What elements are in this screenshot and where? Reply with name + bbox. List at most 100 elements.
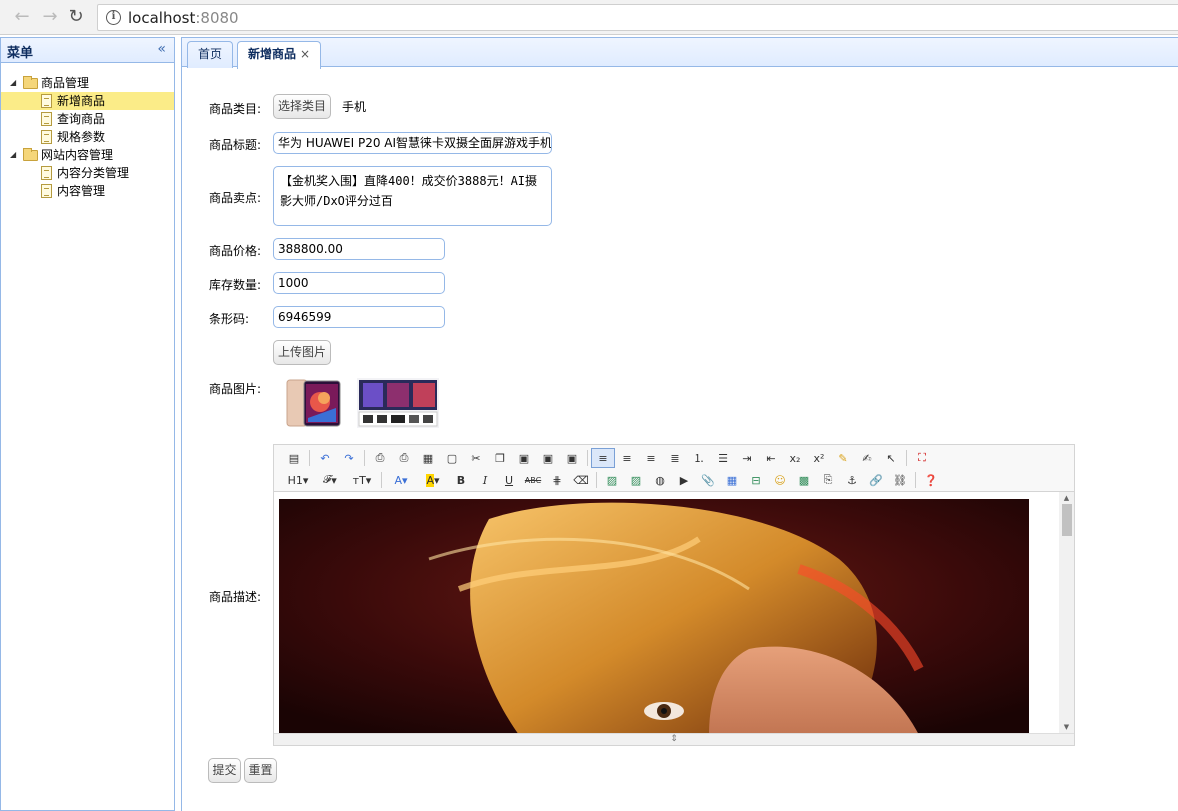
description-image[interactable] — [279, 499, 1029, 735]
redo-icon[interactable]: ↷ — [337, 448, 361, 468]
subscript-icon[interactable]: x₂ — [783, 448, 807, 468]
unlink-icon[interactable]: ⛓ — [888, 470, 912, 490]
barcode-label: 条形码: — [209, 312, 250, 326]
collapse-icon[interactable]: « — [157, 41, 166, 57]
category-value: 手机 — [342, 100, 367, 114]
address-bar[interactable]: i localhost:8080 — [97, 4, 1178, 31]
unordered-list-icon[interactable]: ☰ — [711, 448, 735, 468]
tab-add-goods[interactable]: 新增商品 × — [237, 41, 322, 69]
map-icon[interactable]: ▩ — [792, 470, 816, 490]
ordered-list-icon[interactable]: ⒈ — [687, 448, 711, 468]
emoticon-icon[interactable]: ☺ — [768, 470, 792, 490]
submit-button[interactable]: 提交 — [208, 758, 241, 783]
fullscreen-icon[interactable]: ⛶ — [910, 448, 934, 468]
image-label: 商品图片: — [209, 382, 262, 396]
code-icon[interactable]: ▢ — [440, 448, 464, 468]
tree-item-label: 新增商品 — [57, 94, 106, 108]
clear-format-icon[interactable]: ✎ — [831, 448, 855, 468]
strikethrough-icon[interactable]: ABC — [521, 470, 545, 490]
media-icon[interactable]: ▶ — [672, 470, 696, 490]
font-size-icon[interactable]: тT ▾ — [346, 470, 378, 490]
tree-item-content-category[interactable]: 内容分类管理 — [1, 164, 174, 182]
underline-icon[interactable]: U — [497, 470, 521, 490]
paste-word-icon[interactable]: ▣ — [560, 448, 584, 468]
tree-item-query-goods[interactable]: 查询商品 — [1, 110, 174, 128]
tree-item-spec-params[interactable]: 规格参数 — [1, 128, 174, 146]
superscript-icon[interactable]: x² — [807, 448, 831, 468]
multi-image-icon[interactable]: ▨ — [624, 470, 648, 490]
flash-icon[interactable]: ◍ — [648, 470, 672, 490]
back-icon[interactable]: ← — [10, 6, 34, 28]
product-image-1[interactable] — [284, 378, 342, 428]
line-height-icon[interactable]: ⋕ — [545, 470, 569, 490]
font-family-icon[interactable]: 𝓕 ▾ — [314, 470, 346, 490]
help-icon[interactable]: ❓ — [919, 470, 943, 490]
copy-icon[interactable]: ❐ — [488, 448, 512, 468]
page-break-icon[interactable]: ⎘ — [816, 470, 840, 490]
align-left-icon[interactable]: ≡ — [591, 448, 615, 468]
forward-icon[interactable]: → — [38, 6, 62, 28]
select-category-button[interactable]: 选择类目 — [273, 94, 331, 119]
tab-home[interactable]: 首页 — [187, 41, 234, 68]
indent-icon[interactable]: ⇥ — [735, 448, 759, 468]
tab-strip: 首页 新增商品 × — [182, 37, 1178, 69]
tree-item-label: 规格参数 — [57, 130, 106, 144]
tree-group-goods[interactable]: ◢ 商品管理 — [1, 74, 174, 92]
expand-arrow-icon[interactable]: ◢ — [10, 74, 16, 92]
font-color-icon[interactable]: A ▾ — [385, 470, 417, 490]
scroll-thumb[interactable] — [1062, 504, 1072, 536]
scroll-up-icon[interactable]: ▲ — [1059, 494, 1074, 504]
cut-icon[interactable]: ✂ — [464, 448, 488, 468]
align-right-icon[interactable]: ≡ — [639, 448, 663, 468]
table-icon[interactable]: ▦ — [720, 470, 744, 490]
tree-item-content[interactable]: 内容管理 — [1, 182, 174, 200]
rich-text-editor[interactable]: ▤ ↶ ↷ ⎙ ⎙ ▦ ▢ ✂ ❐ ▣ ▣ ▣ ≡ ≡ ≡ ≣ ⒈ ☰ ⇥ ⇤ … — [273, 444, 1075, 746]
tree-item-label: 查询商品 — [57, 112, 106, 126]
image-icon[interactable]: ▨ — [600, 470, 624, 490]
print-icon[interactable]: ⎙ — [392, 448, 416, 468]
close-tab-icon[interactable]: × — [300, 47, 310, 61]
title-input[interactable]: 华为 HUAWEI P20 AI智慧徕卡双摄全面屏游戏手机 — [273, 132, 552, 154]
align-center-icon[interactable]: ≡ — [615, 448, 639, 468]
tree-item-add-goods[interactable]: 新增商品 — [1, 92, 174, 110]
file-icon — [41, 166, 52, 180]
price-input[interactable]: 388800.00 — [273, 238, 445, 260]
scroll-down-icon[interactable]: ▼ — [1059, 723, 1074, 733]
attachment-icon[interactable]: 📎 — [696, 470, 720, 490]
paste-icon[interactable]: ▣ — [512, 448, 536, 468]
italic-icon[interactable]: I — [473, 470, 497, 490]
expand-arrow-icon[interactable]: ◢ — [10, 146, 16, 164]
pointer-icon[interactable]: ↖ — [879, 448, 903, 468]
reset-button[interactable]: 重置 — [244, 758, 277, 783]
barcode-input[interactable]: 6946599 — [273, 306, 445, 328]
link-icon[interactable]: 🔗 — [864, 470, 888, 490]
align-justify-icon[interactable]: ≣ — [663, 448, 687, 468]
heading-icon[interactable]: H1 ▾ — [282, 470, 314, 490]
paste-text-icon[interactable]: ▣ — [536, 448, 560, 468]
undo-icon[interactable]: ↶ — [313, 448, 337, 468]
template-icon[interactable]: ▦ — [416, 448, 440, 468]
highlight-color-icon[interactable]: A ▾ — [417, 470, 449, 490]
tree-group-content[interactable]: ◢ 网站内容管理 — [1, 146, 174, 164]
hr-icon[interactable]: ⊟ — [744, 470, 768, 490]
product-image-2[interactable] — [357, 378, 439, 428]
anchor-icon[interactable]: ⚓ — [840, 470, 864, 490]
editor-resize-handle[interactable]: ⇕ — [274, 733, 1074, 745]
sellpoint-textarea[interactable]: 【金机奖入围】直降400！成交价3888元！AI摄影大师/DxO评分过百 — [273, 166, 552, 226]
tab-label: 新增商品 — [248, 47, 297, 61]
select-all-icon[interactable]: ✍ — [855, 448, 879, 468]
menu-panel: 菜单 « ◢ 商品管理 新增商品 查询商品 规格参数 ◢ 网站内容管理 内容分类… — [0, 37, 175, 811]
upload-image-button[interactable]: 上传图片 — [273, 340, 331, 365]
description-label: 商品描述: — [209, 590, 262, 604]
eraser-icon[interactable]: ⌫ — [569, 470, 593, 490]
editor-scrollbar[interactable]: ▲ ▼ — [1059, 492, 1074, 735]
outdent-icon[interactable]: ⇤ — [759, 448, 783, 468]
bold-icon[interactable]: B — [449, 470, 473, 490]
preview-icon[interactable]: ⎙ — [368, 448, 392, 468]
source-icon[interactable]: ▤ — [282, 448, 306, 468]
editor-content[interactable]: ▲ ▼ — [274, 492, 1074, 735]
toolbar-row-2: H1 ▾ 𝓕 ▾ тT ▾ A ▾ A ▾ B I U ABC ⋕ ⌫ ▨ ▨ ◍ ▶ 📎… — [282, 469, 943, 491]
stock-input[interactable]: 1000 — [273, 272, 445, 294]
info-icon[interactable]: i — [106, 10, 121, 25]
reload-icon[interactable]: ↻ — [64, 6, 88, 28]
